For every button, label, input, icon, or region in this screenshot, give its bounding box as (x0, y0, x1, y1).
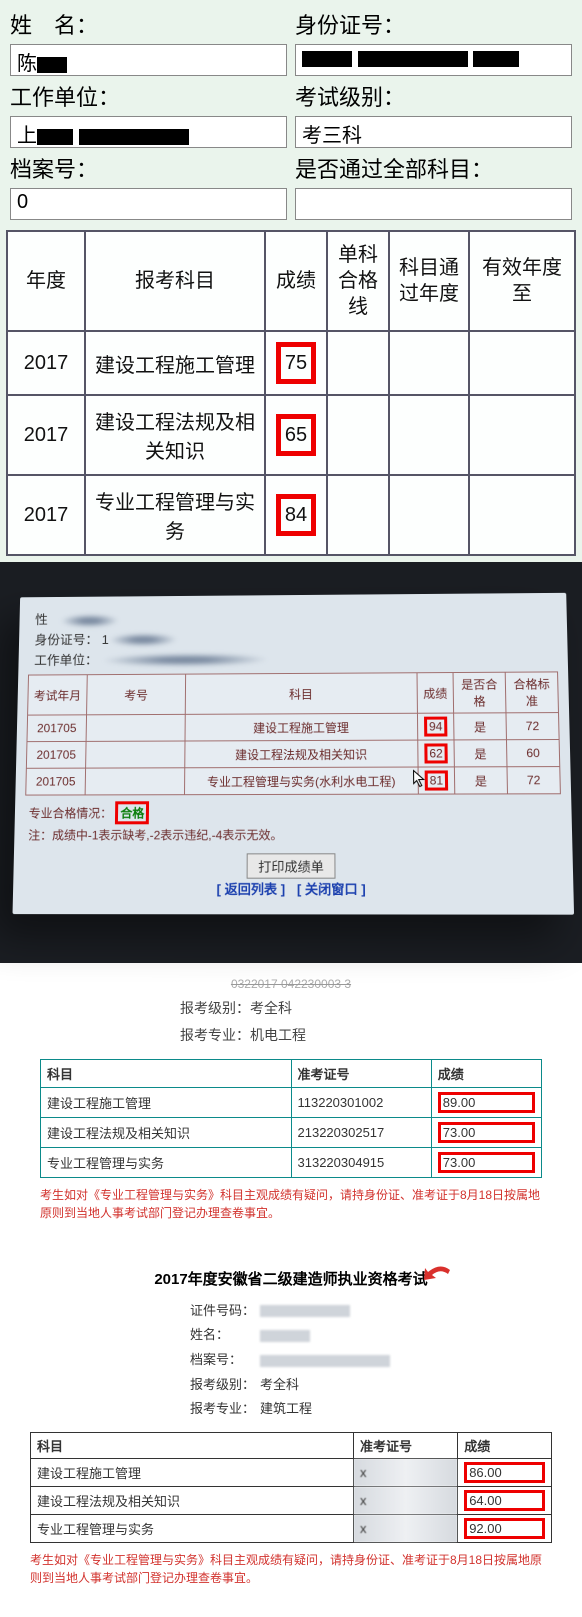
status-value: 合格 (115, 802, 149, 825)
major-value: 机电工程 (250, 1027, 306, 1043)
label-id: 身份证号： (295, 13, 405, 38)
input-work[interactable]: 上 (10, 116, 287, 148)
table-header: 科目 准考证号 成绩 (41, 1059, 542, 1087)
th-passline: 单科合格线 (327, 231, 389, 331)
table-header: 考试年月 考号 科目 成绩 是否合格 合格标准 (28, 672, 559, 715)
back-link[interactable]: [ 返回列表 ] (217, 882, 286, 897)
file-label: 档案号： (190, 1348, 260, 1373)
table-row: 2017 建设工程法规及相关知识 65 (7, 395, 575, 475)
table-row: 建设工程施工管理 x 86.00 (31, 1459, 552, 1487)
label-exam: 考试级别： (295, 85, 405, 110)
cell-year: 2017 (7, 475, 85, 555)
table-row: 2017 专业工程管理与实务 84 (7, 475, 575, 555)
s3-table: 科目 准考证号 成绩 建设工程施工管理 113220301002 89.00 建… (40, 1059, 542, 1178)
th-validto: 有效年度至 (469, 231, 575, 331)
name-label: 姓名： (190, 1323, 260, 1348)
table-header: 年度 报考科目 成绩 单科合格线 科目通过年度 有效年度至 (7, 231, 575, 331)
note-text: 考生如对《专业工程管理与实务》科目主观成绩有疑问，请持身份证、准考证于8月18日… (30, 1551, 552, 1587)
input-file[interactable]: 0 (10, 188, 287, 220)
th-score: 成绩 (265, 231, 327, 331)
major-label: 报考专业： (180, 1022, 250, 1049)
th-subject: 报考科目 (85, 231, 265, 331)
major-value: 建筑工程 (260, 1401, 312, 1416)
table-header: 科目 准考证号 成绩 (31, 1433, 552, 1459)
cell-year: 2017 (7, 331, 85, 395)
label-id: 身份证号： (35, 632, 99, 647)
cell-score: 75 (265, 331, 327, 395)
cell-score: 84 (265, 475, 327, 555)
table-row: 建设工程法规及相关知识 x 64.00 (31, 1487, 552, 1515)
table-row: 建设工程法规及相关知识 213220302517 73.00 (41, 1117, 542, 1147)
cursor-icon (413, 770, 427, 788)
s1-table: 年度 报考科目 成绩 单科合格线 科目通过年度 有效年度至 2017 建设工程施… (6, 230, 576, 556)
table-row: 201705 建设工程施工管理 94 是 72 (27, 713, 559, 742)
cell-year: 2017 (7, 395, 85, 475)
level-value: 考全科 (260, 1377, 299, 1392)
th-year: 年度 (7, 231, 85, 331)
level-label: 报考级别： (180, 995, 250, 1022)
label-work: 工作单位： (10, 85, 120, 110)
input-exam[interactable]: 考三科 (295, 116, 572, 148)
page-title: 2017年度安徽省二级建造师执业资格考试 (30, 1268, 552, 1289)
monitor-screenshot: 性 身份证号： 1 工作单位： 考试年月 考号 科目 成绩 是否合格 合格标准 … (13, 593, 575, 915)
section-2: 性 身份证号： 1 工作单位： 考试年月 考号 科目 成绩 是否合格 合格标准 … (0, 562, 582, 963)
input-id[interactable] (295, 44, 572, 76)
section-1: 姓 名： 身份证号： 陈 工作单位： 考试级别： 上 考三科 档案号： 是否通过… (0, 0, 582, 562)
s4-table: 科目 准考证号 成绩 建设工程施工管理 x 86.00 建设工程法规及相关知识 … (30, 1432, 552, 1543)
s2-table: 考试年月 考号 科目 成绩 是否合格 合格标准 201705 建设工程施工管理 … (25, 672, 561, 796)
top-code: 0322017 042230003 3 (40, 977, 542, 991)
label-name: 性 (35, 612, 61, 627)
note-text: 注：成绩中-1表示缺考,-2表示违纪,-4表示无效。 (24, 826, 562, 844)
arrow-icon (422, 1264, 452, 1284)
cell-subject: 专业工程管理与实务 (85, 475, 265, 555)
note-text: 考生如对《专业工程管理与实务》科目主观成绩有疑问，请持身份证、准考证于8月18日… (40, 1186, 542, 1222)
th-passyear: 科目通过年度 (389, 231, 469, 331)
table-row: 2017 建设工程施工管理 75 (7, 331, 575, 395)
cert-label: 证件号码： (190, 1299, 260, 1324)
label-file: 档案号： (10, 157, 98, 182)
label-work: 工作单位： (34, 652, 98, 667)
input-name[interactable]: 陈 (10, 44, 287, 76)
status-label: 专业合格情况： (29, 807, 113, 821)
table-row: 专业工程管理与实务 x 92.00 (31, 1515, 552, 1543)
table-row: 建设工程施工管理 113220301002 89.00 (41, 1087, 542, 1117)
table-row: 专业工程管理与实务 313220304915 73.00 (41, 1147, 542, 1177)
close-link[interactable]: [ 关闭窗口 ] (297, 882, 366, 897)
print-button[interactable]: 打印成绩单 (247, 854, 335, 879)
table-row: 201705 专业工程管理与实务(水利水电工程) 81 是 72 (26, 767, 561, 795)
major-label: 报考专业： (190, 1397, 260, 1422)
table-row: 201705 建设工程法规及相关知识 62 是 60 (26, 740, 559, 769)
section-4: 2017年度安徽省二级建造师执业资格考试 证件号码： 姓名： 档案号： 报考级别… (0, 1248, 582, 1617)
label-name: 姓 名： (10, 13, 98, 38)
level-value: 考全科 (250, 1000, 292, 1016)
label-passall: 是否通过全部科目： (295, 157, 493, 182)
input-passall[interactable] (295, 188, 572, 220)
cell-score: 65 (265, 395, 327, 475)
cell-subject: 建设工程法规及相关知识 (85, 395, 265, 475)
cell-subject: 建设工程施工管理 (85, 331, 265, 395)
section-3: 0322017 042230003 3 报考级别：考全科 报考专业：机电工程 科… (0, 963, 582, 1247)
level-label: 报考级别： (190, 1373, 260, 1398)
